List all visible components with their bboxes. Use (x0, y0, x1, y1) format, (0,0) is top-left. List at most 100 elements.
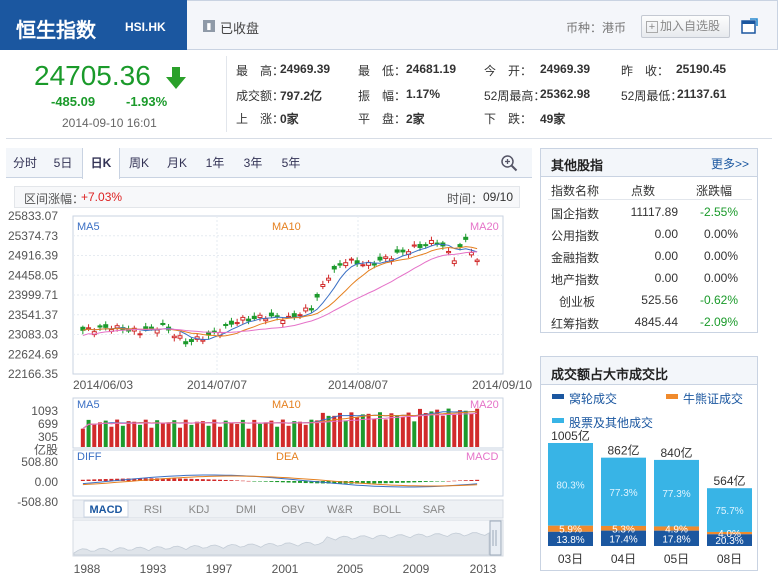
macd-bar (446, 480, 451, 482)
index-name: 恒生指数 (16, 20, 96, 42)
warrant-pct-label: 20.3% (715, 536, 743, 547)
tab-2[interactable]: 日K (82, 148, 120, 179)
volume-bar (92, 423, 97, 447)
index-row-name[interactable]: 地产指数 (551, 271, 599, 288)
range-time-label: 时间： (447, 192, 484, 206)
tab-0[interactable]: 分时 (6, 148, 44, 178)
index-row-name[interactable]: 金融指数 (551, 249, 599, 266)
period-tabs: 分时 5日 日K 周K 月K 1年 3年 5年 (6, 148, 532, 179)
stat-label: 上 涨： (236, 112, 285, 126)
candle (268, 312, 274, 317)
volume-bar (138, 424, 142, 447)
candle (457, 244, 463, 247)
stat-label: 下 跌： (484, 112, 533, 126)
candle (223, 324, 229, 327)
macd-bar (298, 481, 302, 483)
volume-bar (383, 419, 388, 447)
indicator-tab-1[interactable]: RSI (144, 504, 162, 516)
timeline-year: 2009 (403, 562, 430, 576)
candle (463, 236, 469, 240)
index-row-name[interactable]: 创业板 (559, 293, 595, 310)
volume-bar (206, 425, 211, 447)
col-header-change: 涨跌幅 (696, 184, 733, 198)
window-share-icon[interactable] (741, 17, 759, 35)
market-status: 已收盘 (220, 21, 260, 36)
macd-bar (400, 481, 405, 483)
macd-bar (103, 479, 108, 481)
k-ytick: 24458.05 (8, 268, 58, 282)
tab-1[interactable]: 5日 (44, 148, 82, 178)
index-row-change: -0.62% (699, 293, 738, 307)
section-divider (6, 138, 772, 139)
candle (468, 251, 474, 256)
vol-ma20-label: MA20 (470, 399, 499, 411)
more-link[interactable]: 更多>> (711, 155, 749, 172)
stat-label: 振 幅： (358, 89, 407, 103)
vol-ma10-label: MA10 (272, 399, 301, 411)
current-price: 24705.36 (34, 60, 151, 91)
macd-label: MACD (466, 451, 498, 463)
indicator-tab-5[interactable]: W&R (327, 504, 353, 516)
macd-bar (246, 480, 251, 482)
timeline-year: 1988 (74, 562, 101, 576)
volume-bar (235, 423, 240, 447)
macd-bar (200, 479, 205, 481)
candle (428, 239, 434, 244)
macd-bar (269, 481, 274, 482)
volume-bar (120, 425, 125, 447)
index-row-points: 11117.89 (630, 205, 678, 219)
macd-bar (435, 481, 440, 482)
add-to-watchlist-button[interactable]: + 加入自选股 (641, 15, 730, 38)
volume-bar (298, 421, 302, 447)
tab-4[interactable]: 月K (158, 148, 196, 178)
stat-label: 昨 收： (621, 64, 670, 78)
down-arrow-icon (166, 67, 186, 89)
index-row-name[interactable]: 公用指数 (551, 227, 599, 244)
index-row-points: 0.00 (654, 271, 678, 285)
macd-ytick: 0.00 (35, 475, 59, 489)
index-code: HSI.HK (125, 20, 166, 34)
quote-time: 2014-09-10 16:01 (62, 116, 157, 130)
candle (160, 322, 166, 325)
macd-bar (98, 479, 102, 481)
stat-label: 52周最高： (484, 89, 546, 103)
candle (383, 256, 389, 259)
tab-7[interactable]: 5年 (272, 148, 310, 178)
volume-bar (258, 423, 262, 447)
macd-bar (469, 480, 474, 481)
tab-6[interactable]: 3年 (234, 148, 272, 178)
stat-value: 24681.19 (406, 62, 457, 76)
macd-bar (378, 481, 382, 484)
stock-pct-label: 75.7% (715, 506, 743, 517)
macd-bar (178, 478, 182, 481)
macd-bar (172, 478, 177, 481)
macd-bar (475, 479, 480, 481)
indicator-tab-4[interactable]: OBV (281, 504, 305, 516)
tab-5[interactable]: 1年 (196, 148, 234, 178)
index-row-name[interactable]: 国企指数 (551, 205, 599, 222)
indicator-tab-7[interactable]: SAR (423, 504, 446, 516)
indicator-tab-3[interactable]: DMI (236, 504, 256, 516)
zoom-in-icon[interactable] (500, 154, 518, 172)
indicator-tab-6[interactable]: BOLL (373, 504, 401, 516)
macd-bar (280, 481, 285, 483)
volume-bar (252, 419, 257, 447)
warrant-pct-label: 13.8% (556, 535, 584, 546)
index-row-name[interactable]: 红筹指数 (551, 315, 599, 332)
volume-bar (343, 420, 348, 447)
indicator-tab-0[interactable]: MACD (90, 504, 123, 516)
kline-chart-area[interactable]: 25833.07 25374.73 24916.39 24458.05 23999.71… (0, 208, 536, 580)
macd-bar (218, 479, 222, 481)
market-closed-icon: ▮ (203, 20, 215, 32)
volume-bar (126, 421, 131, 447)
table-header-divider (548, 199, 752, 200)
tab-3[interactable]: 周K (120, 148, 158, 178)
vol-ytick: 699 (38, 417, 58, 431)
volume-bar (429, 411, 434, 447)
k-ma20-label: MA20 (470, 221, 499, 233)
volume-bar (395, 415, 400, 447)
macd-bar (383, 481, 388, 484)
volume-bar (80, 428, 85, 447)
candle (326, 277, 332, 281)
indicator-tab-2[interactable]: KDJ (189, 504, 210, 516)
